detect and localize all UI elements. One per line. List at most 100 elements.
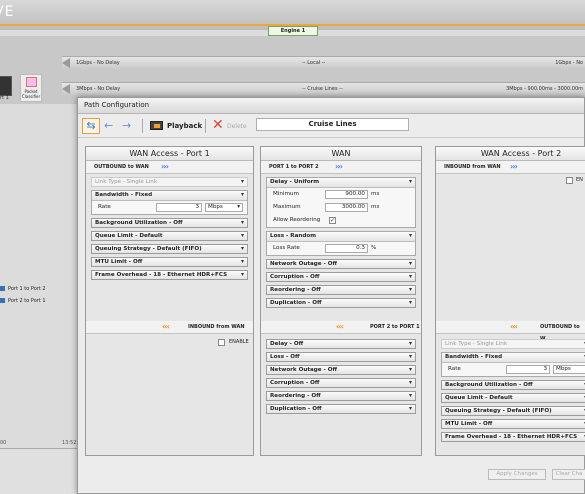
port2-inbound-label: INBOUND from WAN [444,164,501,170]
wan-allow-reordering-label: Allow Reordering [273,217,321,223]
local-link-center: -- Local -- [302,60,326,66]
port1-rate-input[interactable]: 3 [156,203,202,212]
cruise-link-center: -- Cruise Lines -- [302,86,343,92]
wan-delay-select[interactable]: Delay - Uniform [267,178,415,188]
port2-panel: WAN Access - Port 2 INBOUND from WAN ›››… [435,146,585,456]
side-links: Port 1 to Port 2 Port 2 to Port 1 [0,286,46,310]
app-title: VE [0,4,15,20]
port2-inbound-enable-checkbox[interactable] [566,177,573,184]
port2-background-util-select[interactable]: Background Utilization - Off [441,380,585,390]
port-label: rt 1 [0,95,9,101]
port1-rate-row: Rate 3 Mbps [92,201,247,214]
port2-bandwidth-group: Bandwidth - Fixed Rate 3 Mbps [441,352,585,377]
wan-delay-group: Delay - Uniform Minimum 900.00 ms Maximu… [266,177,416,228]
chevrons-right-icon: ››› [161,162,169,171]
wan-p1p2-header: PORT 1 to PORT 2 ››› [261,161,421,174]
port2-inbound-header: INBOUND from WAN ››› [436,161,585,174]
port1-bandwidth-select[interactable]: Bandwidth - Fixed [92,191,247,201]
wan-min-row: Minimum 900.00 ms [267,188,415,201]
wan-delay2-select[interactable]: Delay - Off [266,339,416,349]
port1-background-util-select[interactable]: Background Utilization - Off [91,218,248,228]
path-name-input[interactable]: Cruise Lines [256,118,409,131]
wan-corruption-select[interactable]: Corruption - Off [266,272,416,282]
wan-loss-rate-label: Loss Rate [273,245,300,251]
port2-rate-row: Rate 3 Mbps [442,363,585,376]
chevrons-right-icon: ››› [335,162,343,171]
chevrons-left-icon: ‹‹‹ [162,322,170,331]
port1-queue-limit-select[interactable]: Queue Limit - Default [91,231,248,241]
chevrons-right-icon: ››› [510,162,518,171]
port1-enable-label: ENABLE [229,339,249,345]
wan-corruption2-select[interactable]: Corruption - Off [266,378,416,388]
arrow-left-icon [62,84,70,94]
chevrons-left-icon: ‹‹‹ [510,322,518,331]
toolbar-divider [142,119,143,133]
wan-loss-rate-row: Loss Rate 0.3 % [267,242,415,255]
port1-inbound-enable-checkbox[interactable] [218,339,225,346]
playback-button[interactable]: Playback [167,122,202,130]
port1-bandwidth-group: Bandwidth - Fixed Rate 3 Mbps [91,190,248,215]
cruise-link-left: 3Mbps - No Delay [76,86,121,92]
clear-changes-button[interactable]: Clear Cha [552,469,585,480]
port1-enable-row: ENABLE [86,336,253,350]
wan-loss-rate-input[interactable]: 0.3 [325,244,368,253]
apply-changes-button[interactable]: Apply Changes [488,469,546,480]
wan-min-input[interactable]: 900.00 [325,190,368,199]
engine-badge[interactable]: Engine 1 [268,26,318,36]
port1-frame-overhead-select[interactable]: Frame Overhead - 18 - Ethernet HDR+FCS [91,270,248,280]
port2-frame-overhead-select[interactable]: Frame Overhead - 18 - Ethernet HDR+FCS [441,432,585,442]
wan-loss-select[interactable]: Loss - Random [267,232,415,242]
cruise-link-bar[interactable]: 3Mbps - No Delay -- Cruise Lines -- 3Mbp… [62,82,585,95]
packet-classifier[interactable]: Packet Classifier [20,74,42,102]
port1-mtu-limit-select[interactable]: MTU Limit - Off [91,257,248,267]
port2-link-type-select: Link Type - Single Link [441,339,585,349]
packet-classifier-label: Packet Classifier [21,89,41,99]
wan-loss2-select[interactable]: Loss - Off [266,352,416,362]
cruise-link-right: 3Mbps - 900.00ms - 3000.00m [506,86,583,92]
port2-outbound-settings: Link Type - Single Link Bandwidth - Fixe… [436,336,585,445]
monitor-icon[interactable] [0,76,12,96]
back-arrow-icon[interactable]: ← [104,118,113,134]
delete-button[interactable]: Delete [227,123,247,130]
wan-min-unit: ms [371,191,380,197]
port1-rate-unit-select[interactable]: Mbps [205,203,243,212]
wan-max-label: Maximum [273,204,301,210]
wan-allow-reordering-checkbox[interactable]: ✓ [329,217,336,224]
port1-inbound-header: ‹‹‹ INBOUND from WAN [86,321,253,334]
local-link-right: 1Gbps - No [555,60,583,66]
port1-queuing-strategy-select[interactable]: Queuing Strategy - Default (FIFO) [91,244,248,254]
port2-enable-label: EN [576,177,583,183]
port2-rate-input[interactable]: 3 [506,365,550,374]
swap-direction-button[interactable]: ⇆ [82,118,100,134]
forward-arrow-icon[interactable]: → [122,118,131,134]
port2-title: WAN Access - Port 2 [436,147,585,161]
wan-duplication2-select[interactable]: Duplication - Off [266,404,416,414]
port2-enable-row: EN [436,174,585,188]
wan-max-input[interactable]: 3000.00 [325,203,368,212]
arrow-left-icon [62,58,70,68]
side-link-p1p2[interactable]: Port 1 to Port 2 [0,286,46,292]
side-link-p2p1[interactable]: Port 2 to Port 1 [0,298,46,304]
playback-icon[interactable] [150,121,163,130]
wan-reorder-row: Allow Reordering ✓ [267,214,415,227]
wan-panel: WAN PORT 1 to PORT 2 ››› Delay - Uniform… [260,146,422,456]
port2-queue-limit-select[interactable]: Queue Limit - Default [441,393,585,403]
port2-rate-unit-select[interactable]: Mbps [553,365,585,374]
wan-reordering2-select[interactable]: Reordering - Off [266,391,416,401]
port1-inbound-label: INBOUND from WAN [188,324,245,330]
port1-link-type-select: Link Type - Single Link [91,177,248,187]
local-link-bar[interactable]: 1Gbps - No Delay -- Local -- 1Gbps - No [62,56,585,69]
path-configuration-dialog: Path Configuration ⇆ ← → Playback ✕ Dele… [77,97,585,494]
delete-icon[interactable]: ✕ [212,118,224,132]
port1-outbound-label: OUTBOUND to WAN [94,164,149,170]
wan-reordering-select[interactable]: Reordering - Off [266,285,416,295]
wan-duplication-select[interactable]: Duplication - Off [266,298,416,308]
wan-p2p1-header: ‹‹‹ PORT 2 to PORT 1 [261,321,421,334]
wan-p2p1-settings: Delay - Off Loss - Off Network Outage - … [261,336,421,417]
port2-mtu-limit-select[interactable]: MTU Limit - Off [441,419,585,429]
port2-queuing-strategy-select[interactable]: Queuing Strategy - Default (FIFO) [441,406,585,416]
wan-network-outage2-select[interactable]: Network Outage - Off [266,365,416,375]
port2-bandwidth-select[interactable]: Bandwidth - Fixed [442,353,585,363]
wan-network-outage-select[interactable]: Network Outage - Off [266,259,416,269]
wan-max-row: Maximum 3000.00 ms [267,201,415,214]
